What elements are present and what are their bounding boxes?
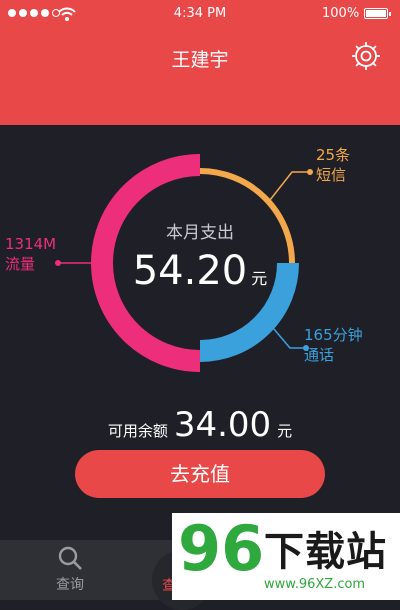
watermark-name: 下载站 <box>264 529 387 575</box>
search-icon <box>58 546 82 570</box>
call-label: 通话 <box>304 346 335 364</box>
sms-label: 短信 <box>316 166 347 184</box>
tab-query[interactable]: 查询 <box>40 540 100 600</box>
data-callout: 1314M 流量 <box>5 234 56 274</box>
data-amount: 1314M <box>5 235 57 253</box>
balance-amount: 34.00 <box>173 405 272 445</box>
watermark: 96 下载站 www.96XZ.com <box>172 513 400 600</box>
data-label: 流量 <box>5 255 36 273</box>
call-callout: 165分钟 通话 <box>304 325 363 365</box>
usage-ring <box>55 154 313 372</box>
balance-label: 可用余额 <box>107 422 168 440</box>
monthly-spend-unit: 元 <box>251 269 268 288</box>
recharge-button[interactable]: 去充值 <box>75 450 325 498</box>
available-balance: 可用余额 34.00 元 <box>0 405 400 445</box>
balance-unit: 元 <box>277 422 293 440</box>
watermark-logo: 96 <box>178 512 265 585</box>
sms-callout: 25条 短信 <box>316 145 350 185</box>
monthly-spend-label: 本月支出 <box>166 223 234 243</box>
tab-query-label: 查询 <box>56 577 84 593</box>
sms-amount: 25条 <box>316 146 351 164</box>
monthly-spend-amount: 54.20 元 <box>0 248 400 294</box>
call-amount: 165分钟 <box>304 326 363 344</box>
watermark-url: www.96XZ.com <box>264 577 366 592</box>
monthly-spend-value: 54.20 <box>132 248 248 294</box>
sms-leader <box>269 171 310 201</box>
